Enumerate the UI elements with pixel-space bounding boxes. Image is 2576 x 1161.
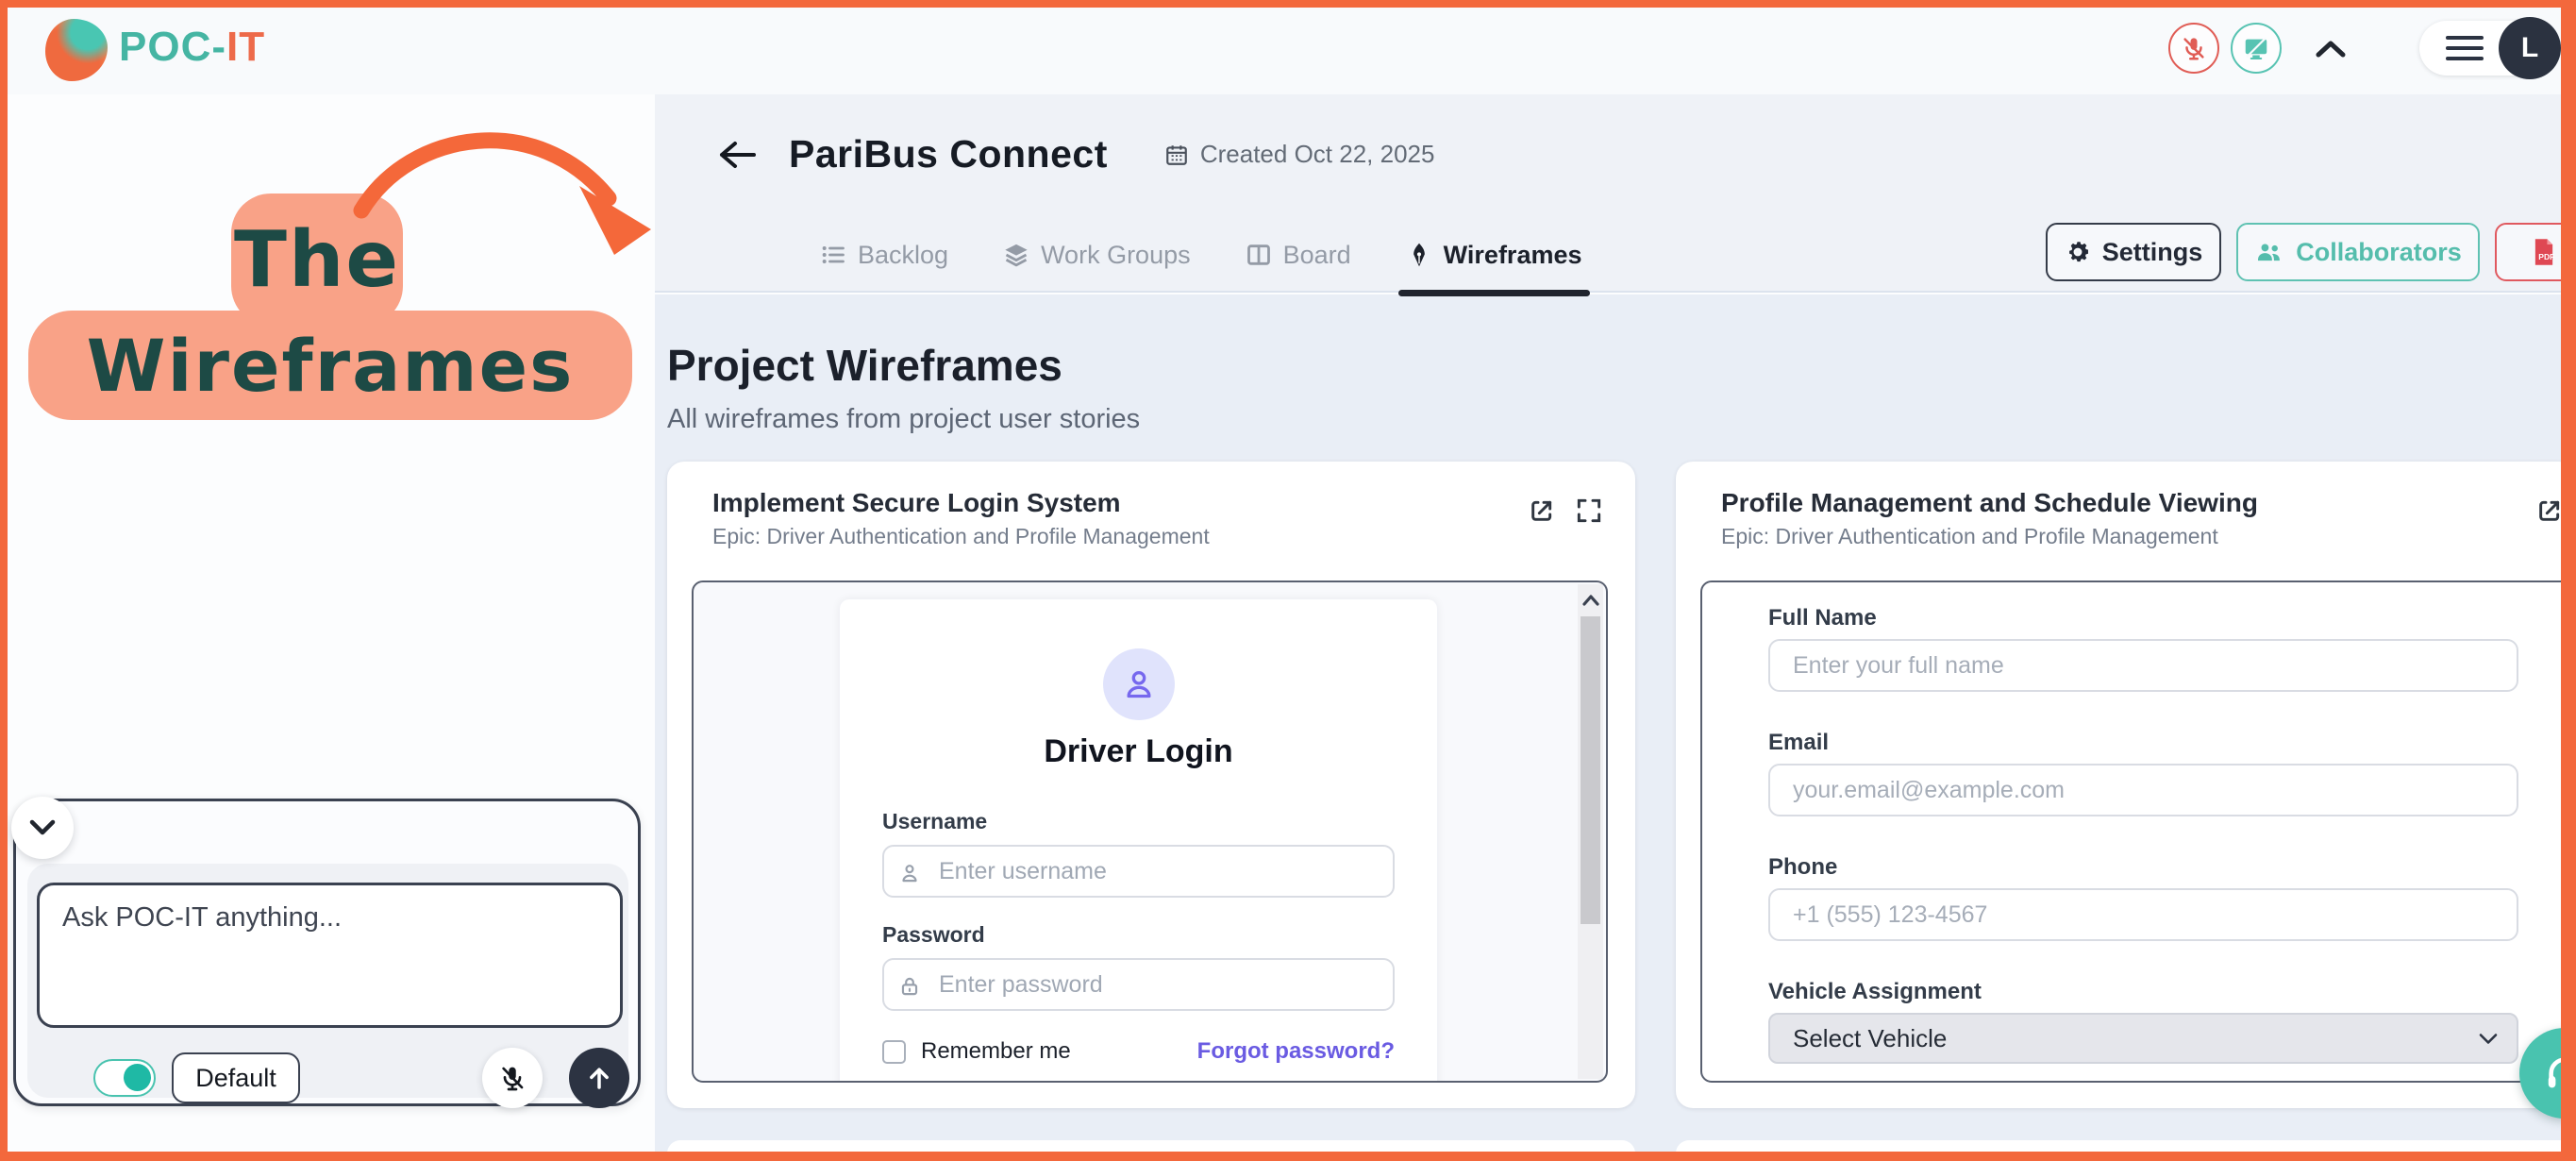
person-icon	[897, 861, 922, 885]
lock-icon	[897, 974, 922, 999]
annotation-line2: Wireframes	[28, 311, 632, 420]
settings-button[interactable]: Settings	[2046, 223, 2221, 281]
arrow-up-icon	[585, 1064, 613, 1092]
monitor-off-icon	[2242, 34, 2270, 62]
wireframe-card-profile: Profile Management and Schedule Viewing …	[1676, 462, 2576, 1108]
chevron-up-icon	[2315, 39, 2347, 59]
project-header: PariBus Connect Created Oct 22, 2025 Bac…	[655, 94, 2576, 293]
screen-share-off-button[interactable]	[2231, 23, 2282, 74]
vehicle-assignment-label: Vehicle Assignment	[1768, 979, 1982, 1005]
email-input[interactable]	[1768, 764, 2518, 816]
chat-mic-button[interactable]	[482, 1048, 543, 1108]
frame-border	[2561, 0, 2576, 1161]
card-epic: Epic: Driver Authentication and Profile …	[712, 524, 1210, 549]
expand-button[interactable]	[1574, 496, 1604, 526]
vehicle-select[interactable]: Select Vehicle	[1768, 1013, 2518, 1064]
user-avatar[interactable]: L	[2499, 17, 2561, 79]
password-label: Password	[882, 922, 985, 948]
tab-board[interactable]: Board	[1242, 241, 1355, 270]
calendar-icon	[1164, 143, 1189, 167]
username-input[interactable]	[882, 845, 1395, 898]
pen-nib-icon	[1406, 242, 1432, 268]
collaborators-button[interactable]: Collaborators	[2236, 223, 2480, 281]
board-columns-icon	[1246, 242, 1272, 268]
wireframe-preview-login: Driver Login Username Password Remember …	[692, 580, 1608, 1083]
project-tabs: Backlog Work Groups Board Wireframes	[816, 225, 1586, 285]
page-subtitle: All wireframes from project user stories	[667, 404, 1140, 435]
layers-icon	[1003, 242, 1029, 268]
scrollbar-thumb[interactable]	[1581, 616, 1600, 924]
logo-text-primary: POC-	[119, 24, 226, 70]
phone-input[interactable]	[1768, 888, 2518, 941]
chat-mode-toggle[interactable]	[93, 1059, 156, 1097]
wireframes-section: Project Wireframes All wireframes from p…	[655, 294, 2576, 1152]
tab-wireframes[interactable]: Wireframes	[1402, 241, 1586, 270]
mic-muted-button[interactable]	[2168, 23, 2219, 74]
back-button[interactable]	[715, 134, 757, 176]
maximize-icon	[1574, 496, 1604, 526]
toggle-knob	[124, 1064, 151, 1091]
chevron-down-icon	[2479, 1033, 2498, 1045]
login-title: Driver Login	[840, 733, 1437, 770]
frame-border	[0, 1152, 2576, 1161]
app-window: POC-IT L Th	[0, 0, 2576, 1161]
frame-border	[0, 0, 2576, 8]
card-title: Implement Secure Login System	[712, 488, 1121, 518]
app-logo[interactable]: POC-IT	[119, 24, 265, 71]
person-icon	[1120, 665, 1158, 703]
people-icon	[2254, 239, 2284, 265]
card-title: Profile Management and Schedule Viewing	[1721, 488, 2258, 518]
logo-text-secondary: IT	[226, 24, 265, 70]
list-icon	[820, 242, 846, 268]
email-label: Email	[1768, 730, 1829, 756]
phone-label: Phone	[1768, 854, 1837, 881]
tab-backlog[interactable]: Backlog	[816, 241, 952, 270]
open-external-button[interactable]	[1527, 496, 1557, 526]
login-wireframe-card: Driver Login Username Password Remember …	[840, 599, 1437, 1083]
mic-off-icon	[497, 1063, 527, 1093]
vehicle-select-value: Select Vehicle	[1793, 1024, 1947, 1053]
preview-scrollbar[interactable]	[1578, 584, 1603, 1079]
pdf-file-icon: PDF	[2531, 237, 2557, 267]
created-date: Created Oct 22, 2025	[1164, 140, 1435, 169]
full-name-label: Full Name	[1768, 605, 1877, 631]
collapse-toolbar-button[interactable]	[2310, 32, 2351, 66]
wireframe-preview-profile: Full Name Email Phone Vehicle Assignment…	[1700, 580, 2576, 1083]
back-arrow-icon	[716, 140, 756, 170]
card-epic: Epic: Driver Authentication and Profile …	[1721, 524, 2218, 549]
wireframe-card-login: Implement Secure Login System Epic: Driv…	[667, 462, 1635, 1108]
chat-send-button[interactable]	[569, 1048, 629, 1108]
remember-me-label: Remember me	[921, 1038, 1071, 1065]
page-title: Project Wireframes	[667, 340, 1062, 391]
chat-input[interactable]	[37, 883, 623, 1028]
scroll-up-icon[interactable]	[1578, 588, 1603, 613]
hamburger-menu-icon[interactable]	[2446, 36, 2484, 60]
project-actions: Settings Collaborators PDF PDF	[2046, 223, 2576, 281]
username-label: Username	[882, 809, 987, 834]
avatar-initial: L	[2521, 32, 2538, 64]
forgot-password-link[interactable]: Forgot password?	[1197, 1038, 1395, 1065]
gear-icon	[2065, 239, 2091, 265]
logo-blob-icon	[45, 19, 108, 81]
avatar-badge	[1103, 648, 1175, 720]
frame-border	[0, 0, 8, 1161]
chat-widget: Default	[13, 799, 641, 1106]
full-name-input[interactable]	[1768, 639, 2518, 692]
tab-work-groups[interactable]: Work Groups	[999, 241, 1195, 270]
chevron-down-icon	[29, 819, 56, 836]
chat-collapse-button[interactable]	[11, 797, 74, 859]
svg-text:PDF: PDF	[2538, 252, 2554, 261]
mic-off-icon	[2180, 34, 2208, 62]
remember-me-checkbox[interactable]	[882, 1040, 906, 1064]
chat-mode-button[interactable]: Default	[172, 1052, 300, 1103]
top-navbar: POC-IT L	[8, 8, 2561, 94]
external-link-icon	[1527, 496, 1557, 526]
chat-mode-label: Default	[195, 1064, 276, 1093]
project-title: PariBus Connect	[789, 132, 1108, 177]
password-input[interactable]	[882, 958, 1395, 1011]
annotation-arrow-icon	[335, 109, 665, 297]
